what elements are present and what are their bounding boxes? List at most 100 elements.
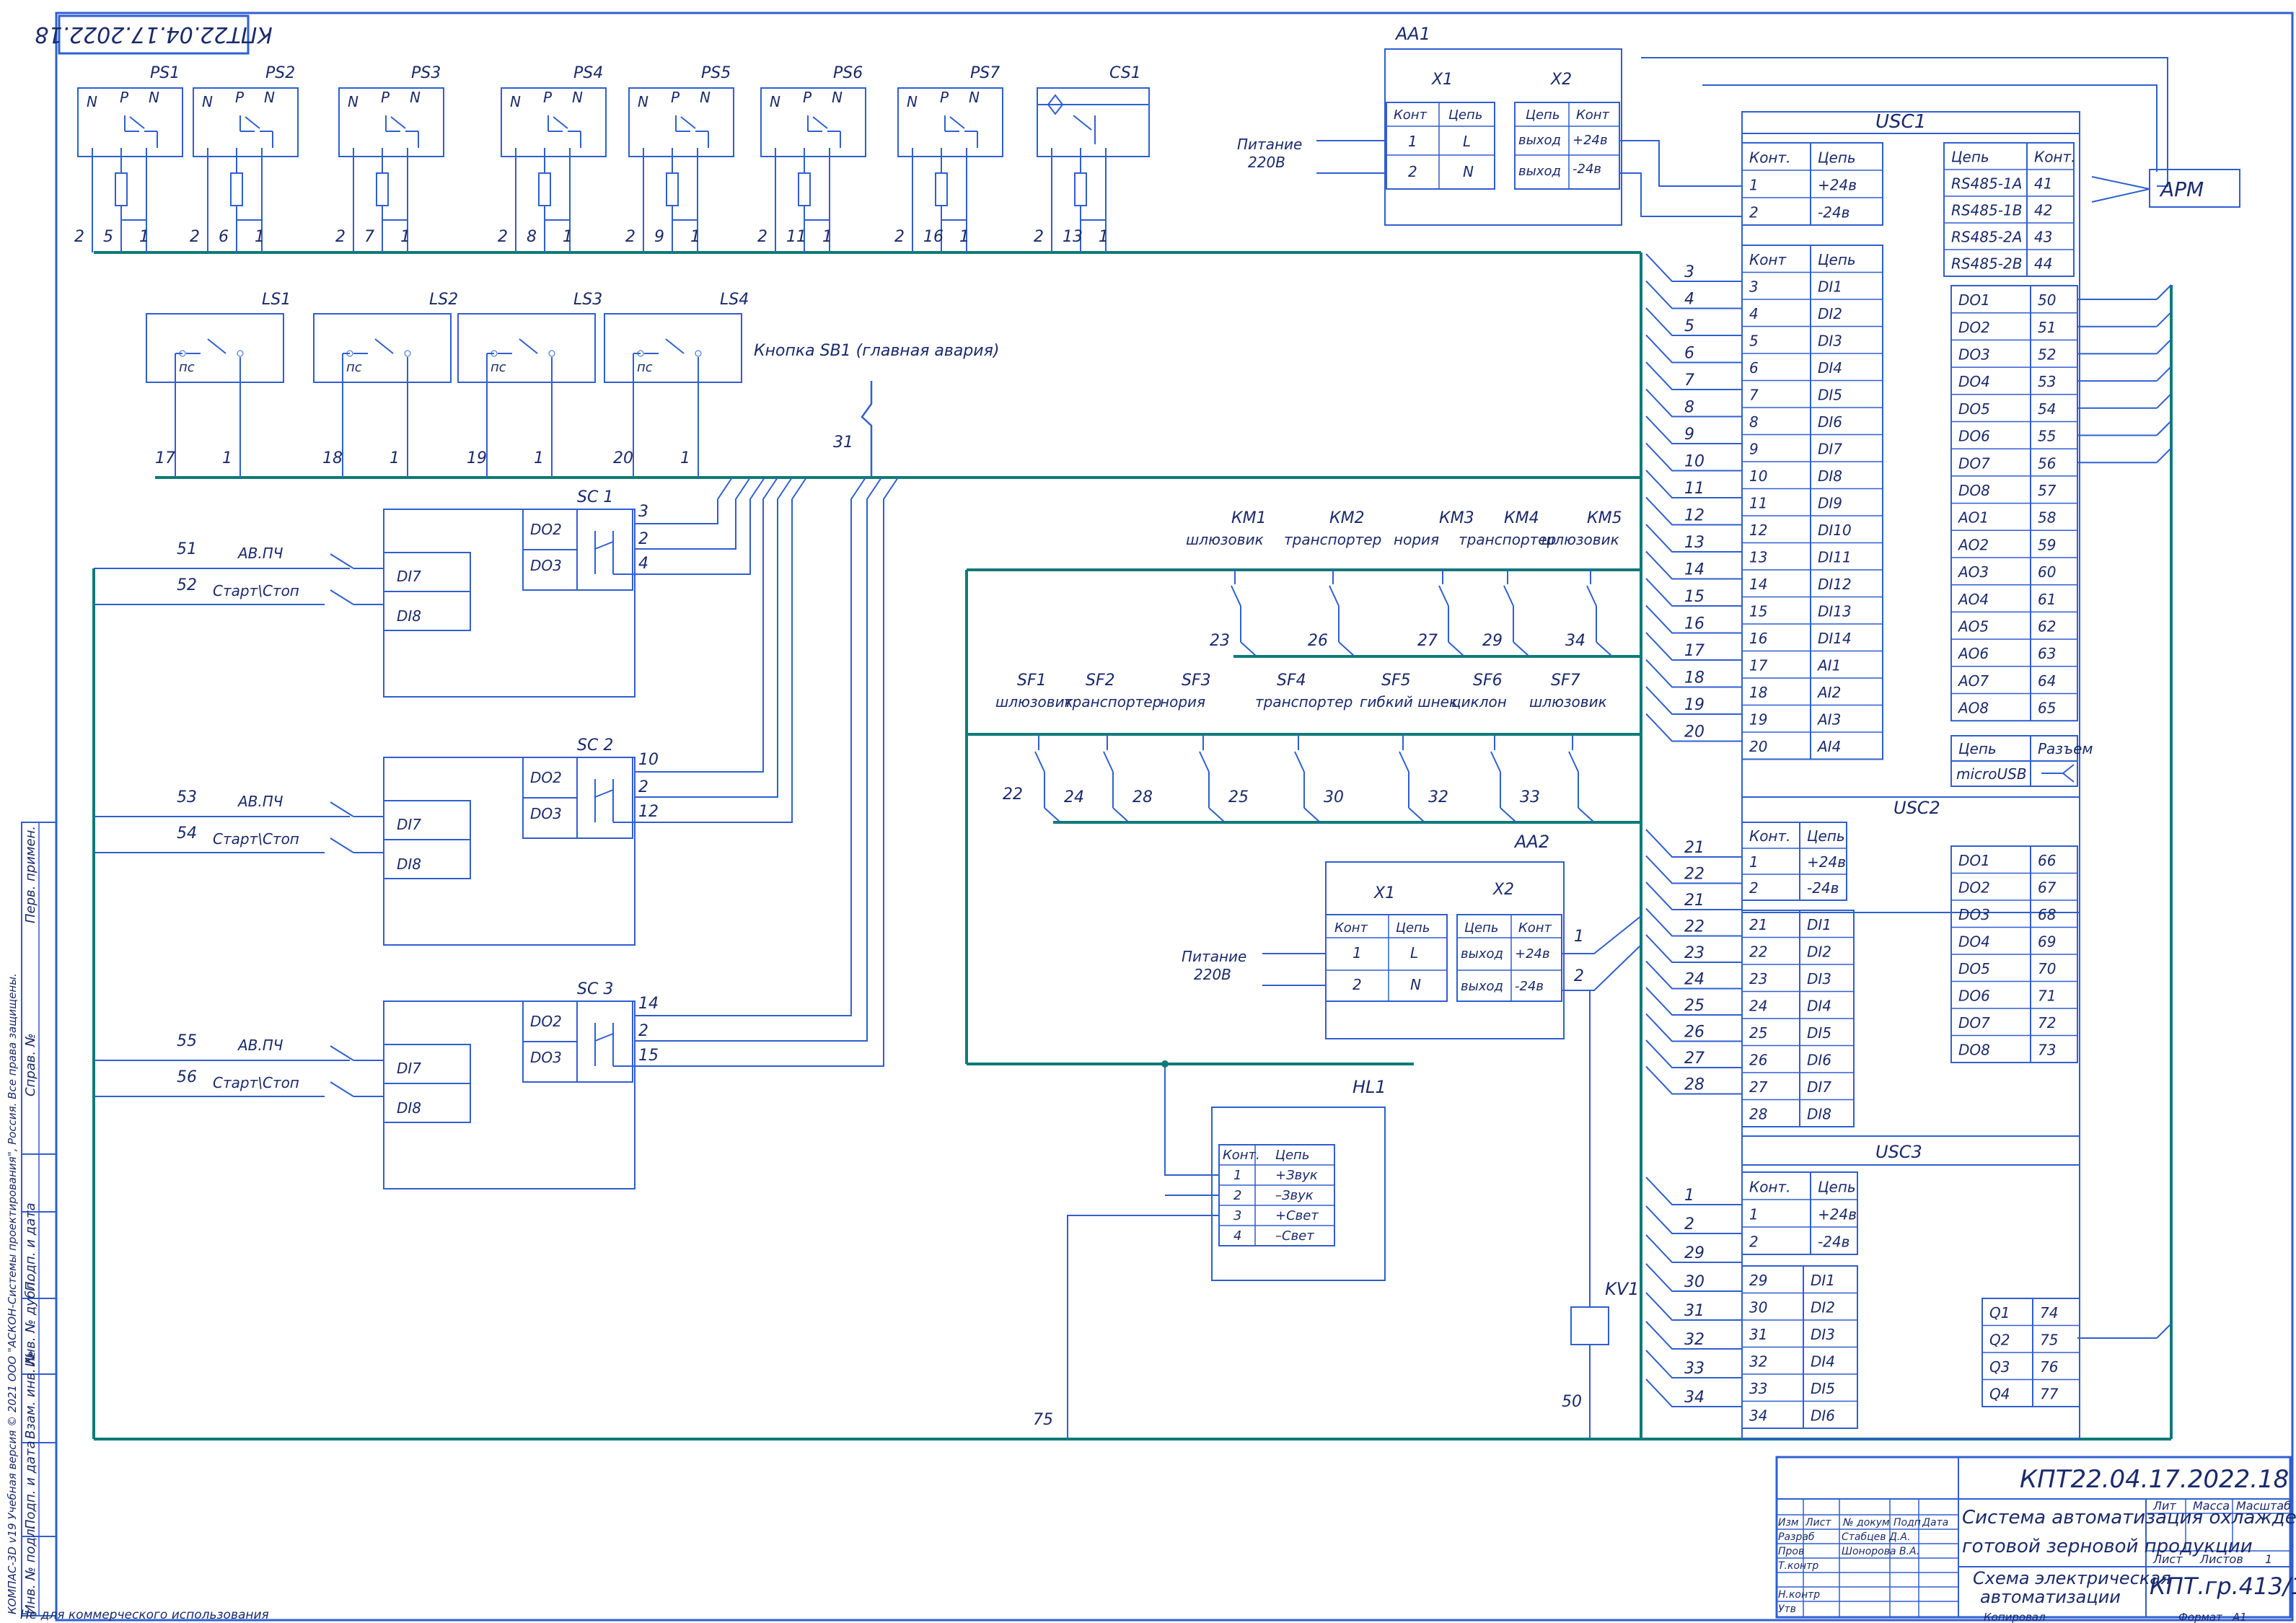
usc1-usb-a: Цепь — [1958, 740, 1997, 757]
aa1-x1-cep: Цепь — [1448, 107, 1482, 123]
aa2-name-hidden: AA1 — [0, 0, 1, 1]
usc-name: USC3 — [1875, 1142, 1922, 1162]
usc3-pwr-b: -24в — [1818, 1233, 1849, 1250]
aa1-x2: X2 — [1550, 71, 1572, 89]
usc1-di-b: AI4 — [1816, 738, 1841, 755]
di8-label: DI8 — [397, 1099, 421, 1117]
wire-num: 2 — [1034, 228, 1044, 246]
side-label-2: Справ. № — [23, 1033, 38, 1096]
usc1-rs-a: RS485-1A — [1951, 175, 2022, 193]
aa2-v220-label: 220В — [1194, 966, 1231, 983]
device-desc: циклон — [1451, 693, 1507, 711]
usc1-do-a: DO6 — [1958, 428, 1990, 445]
wire-num: 11 — [1684, 480, 1705, 498]
wire-num: 21 — [1684, 839, 1705, 857]
aa1-x1-r2: 2 — [1408, 163, 1417, 180]
tb-kopir: Копировал — [1984, 1611, 2046, 1623]
hl1-signal: HL1 Конт. Цепь 1 +Звук 2 –Звук 3 +Свет 4… — [1033, 1060, 1386, 1439]
di8-label: DI8 — [397, 856, 421, 873]
term-n: N — [770, 93, 780, 110]
device-name: КМ3 — [1439, 509, 1474, 527]
usc1-di-b: DI1 — [1818, 278, 1842, 296]
device-desc: транспортер — [1255, 693, 1352, 711]
start-label: Старт\Стоп — [213, 582, 299, 599]
circuit-breakers: SF1шлюзовик24SF2транспортер28SF3нория25S… — [995, 672, 1607, 823]
avpch-label: АВ.ПЧ — [237, 1037, 283, 1054]
usc1-rs-b: Конт. — [2034, 149, 2076, 166]
outer-frame — [55, 12, 2294, 1622]
breaker-6: SF6 циклон 33 — [1451, 672, 1540, 823]
top-stamp-text: КПТ22.04.17.2022.18 — [35, 22, 272, 47]
di7-label: DI7 — [397, 816, 421, 833]
device-name: PS6 — [833, 64, 863, 82]
wire-75: 75 — [1033, 1411, 1053, 1429]
usc1-do-b: 65 — [2038, 700, 2056, 717]
usc1-do-b: 51 — [2038, 319, 2056, 336]
usc3-pwr-a: 2 — [1749, 1233, 1759, 1250]
usc2-pwr-a: 1 — [1749, 853, 1759, 871]
usc1-rs-a: RS485-2B — [1951, 255, 2022, 273]
usc2-di-a: 27 — [1749, 1078, 1768, 1096]
usc1-di-b: DI11 — [1818, 549, 1852, 566]
device-name: PS5 — [701, 64, 731, 82]
contactor-5: КМ5 шлюзовик 34 — [1541, 509, 1622, 657]
usc1-do-a: AO6 — [1957, 645, 1989, 662]
tb-mass: Масса — [2193, 1499, 2230, 1513]
tb-data: Дата — [1922, 1517, 1948, 1529]
usc1-do-a: DO2 — [1958, 319, 1990, 336]
sb1-label: Кнопка SB1 (главная авария) — [754, 342, 999, 360]
wire-num: 22 — [1003, 786, 1023, 804]
device-desc: шлюзовик — [1186, 531, 1264, 548]
usc1-di-a: 19 — [1749, 711, 1767, 729]
wire-num: 20 — [613, 449, 633, 467]
tb-subtitle2: автоматизации — [1980, 1587, 2121, 1607]
wire-num: 10 — [1684, 453, 1705, 471]
wire-num: 54 — [177, 824, 197, 843]
level-switches: LS1 пс 17 1 LS2 пс 18 1 LS3 пс 19 1 LS4 пс 20 1 — [146, 291, 749, 478]
usc1-rs-a: RS485-1B — [1951, 202, 2022, 219]
wire-num: 10 — [638, 751, 659, 769]
device-name: SF1 — [1017, 672, 1047, 690]
usc3-pwr-b: Цепь — [1818, 1178, 1856, 1195]
wire-num: 14 — [638, 995, 659, 1013]
usc-name: USC1 — [1875, 111, 1926, 133]
wire-num: 5 — [1684, 317, 1694, 335]
usc1-rs-b: 43 — [2034, 229, 2052, 246]
electrical-schematic: КПТ22.04.17.2022.18 Перв. примен. Справ.… — [0, 0, 2296, 1623]
start-label: Старт\Стоп — [213, 830, 299, 848]
wire-num: 13 — [1063, 228, 1083, 246]
usc1-usb-b: Разъем — [2038, 740, 2093, 757]
tb-format-v: A1 — [2232, 1611, 2247, 1623]
wire-num: 19 — [1684, 696, 1705, 714]
usc1-di-a: 12 — [1749, 522, 1767, 539]
do2-label: DO2 — [530, 1013, 562, 1030]
device-name: CS1 — [1109, 64, 1141, 82]
kv1-relay: KV1 50 — [1562, 990, 1639, 1439]
device-desc: гибкий шнек — [1360, 693, 1458, 711]
wire-num: 14 — [1684, 561, 1705, 579]
do2-label: DO2 — [530, 521, 562, 538]
usc3-q-b: 75 — [2040, 1332, 2058, 1349]
microusb: microUSB — [1956, 765, 2027, 783]
aa1-power-supply: AA1 X1 X2 Конт Цепь 1 L 2 N Цепь Конт вы… — [1237, 24, 2168, 226]
usc2-di-b: DI7 — [1807, 1078, 1831, 1096]
aa1-x2-kont: Конт — [1576, 107, 1610, 123]
di7-label: DI7 — [397, 568, 421, 585]
usc1-rs-b: 42 — [2034, 202, 2052, 219]
usc2-do-b: 67 — [2038, 879, 2057, 897]
usc1-do-b: 62 — [2038, 618, 2056, 635]
usc3-q-b: 77 — [2040, 1386, 2059, 1403]
usc3-di-a: 29 — [1749, 1272, 1767, 1289]
hl1-r2-k: 2 — [1233, 1188, 1241, 1203]
usc1-do-b: 64 — [2038, 672, 2056, 690]
usc2-di-b: DI3 — [1807, 970, 1831, 988]
wire-num: 2 — [625, 228, 635, 246]
start-label: Старт\Стоп — [213, 1074, 299, 1091]
sb1-wire: 31 — [833, 434, 853, 452]
wire-num: 32 — [1428, 788, 1448, 806]
tb-subtitle1: Схема электрическая — [1973, 1568, 2171, 1588]
pc-label: пс — [637, 360, 653, 375]
usc1-di-b: DI5 — [1818, 387, 1842, 404]
term-n: N — [87, 93, 97, 110]
usc1-di-a: 10 — [1749, 467, 1767, 485]
